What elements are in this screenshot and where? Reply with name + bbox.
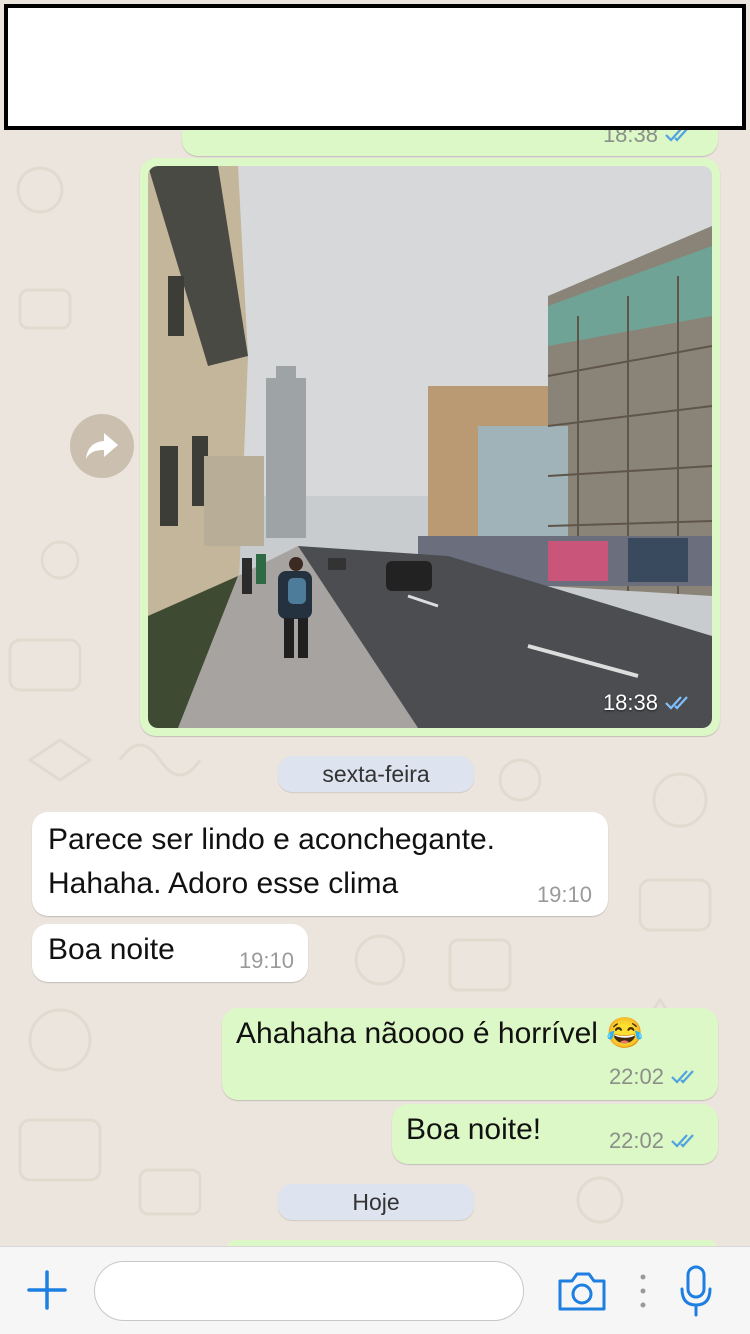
message-meta: 22:02 [609,1064,700,1090]
read-receipt-icon [665,696,688,710]
message-text: Parece ser lindo e aconchegante. Hahaha.… [48,823,495,900]
chat-screen: 18:38 18:38 sexta-feira Parece ser lindo… [0,0,750,1334]
street-photo [148,166,712,728]
message-input-bar [0,1246,750,1334]
read-receipt-icon [671,1070,694,1084]
message-time: 22:02 [608,1128,664,1153]
message-text: Ahahaha nãoooo é horrível 😂 [236,1017,644,1050]
message-text: Boa noite [48,933,175,966]
message-bubble-incoming[interactable]: Parece ser lindo e aconchegante. Hahaha.… [32,812,608,916]
message-meta: 19:10 [537,882,592,908]
message-time: 19:10 [238,948,294,973]
date-separator: Hoje [278,1184,474,1220]
forward-icon [86,433,118,459]
forward-button[interactable] [70,414,134,478]
read-receipt-icon [671,1134,694,1148]
message-time: 19:10 [536,882,592,907]
image-message[interactable]: 18:38 [140,158,720,736]
date-separator: sexta-feira [278,756,474,792]
camera-icon[interactable] [556,1269,608,1313]
message-meta: 19:10 [239,948,294,974]
message-bubble-outgoing[interactable]: Boa noite! 22:02 [392,1104,718,1164]
message-text: Boa noite! [406,1113,542,1146]
message-input[interactable] [94,1261,524,1321]
image-meta: 18:38 [603,690,694,716]
redacted-header [4,4,746,130]
plus-icon[interactable] [26,1269,68,1311]
message-bubble-outgoing[interactable]: Ahahaha nãoooo é horrível 😂 22:02 [222,1008,718,1100]
more-dots-icon[interactable] [638,1271,648,1311]
message-bubble-incoming[interactable]: Boa noite 19:10 [32,924,308,982]
message-time: 18:38 [602,690,658,715]
message-image[interactable]: 18:38 [148,166,712,728]
message-meta: 22:02 [609,1128,700,1154]
microphone-icon[interactable] [678,1265,714,1317]
message-time: 22:02 [608,1064,664,1089]
